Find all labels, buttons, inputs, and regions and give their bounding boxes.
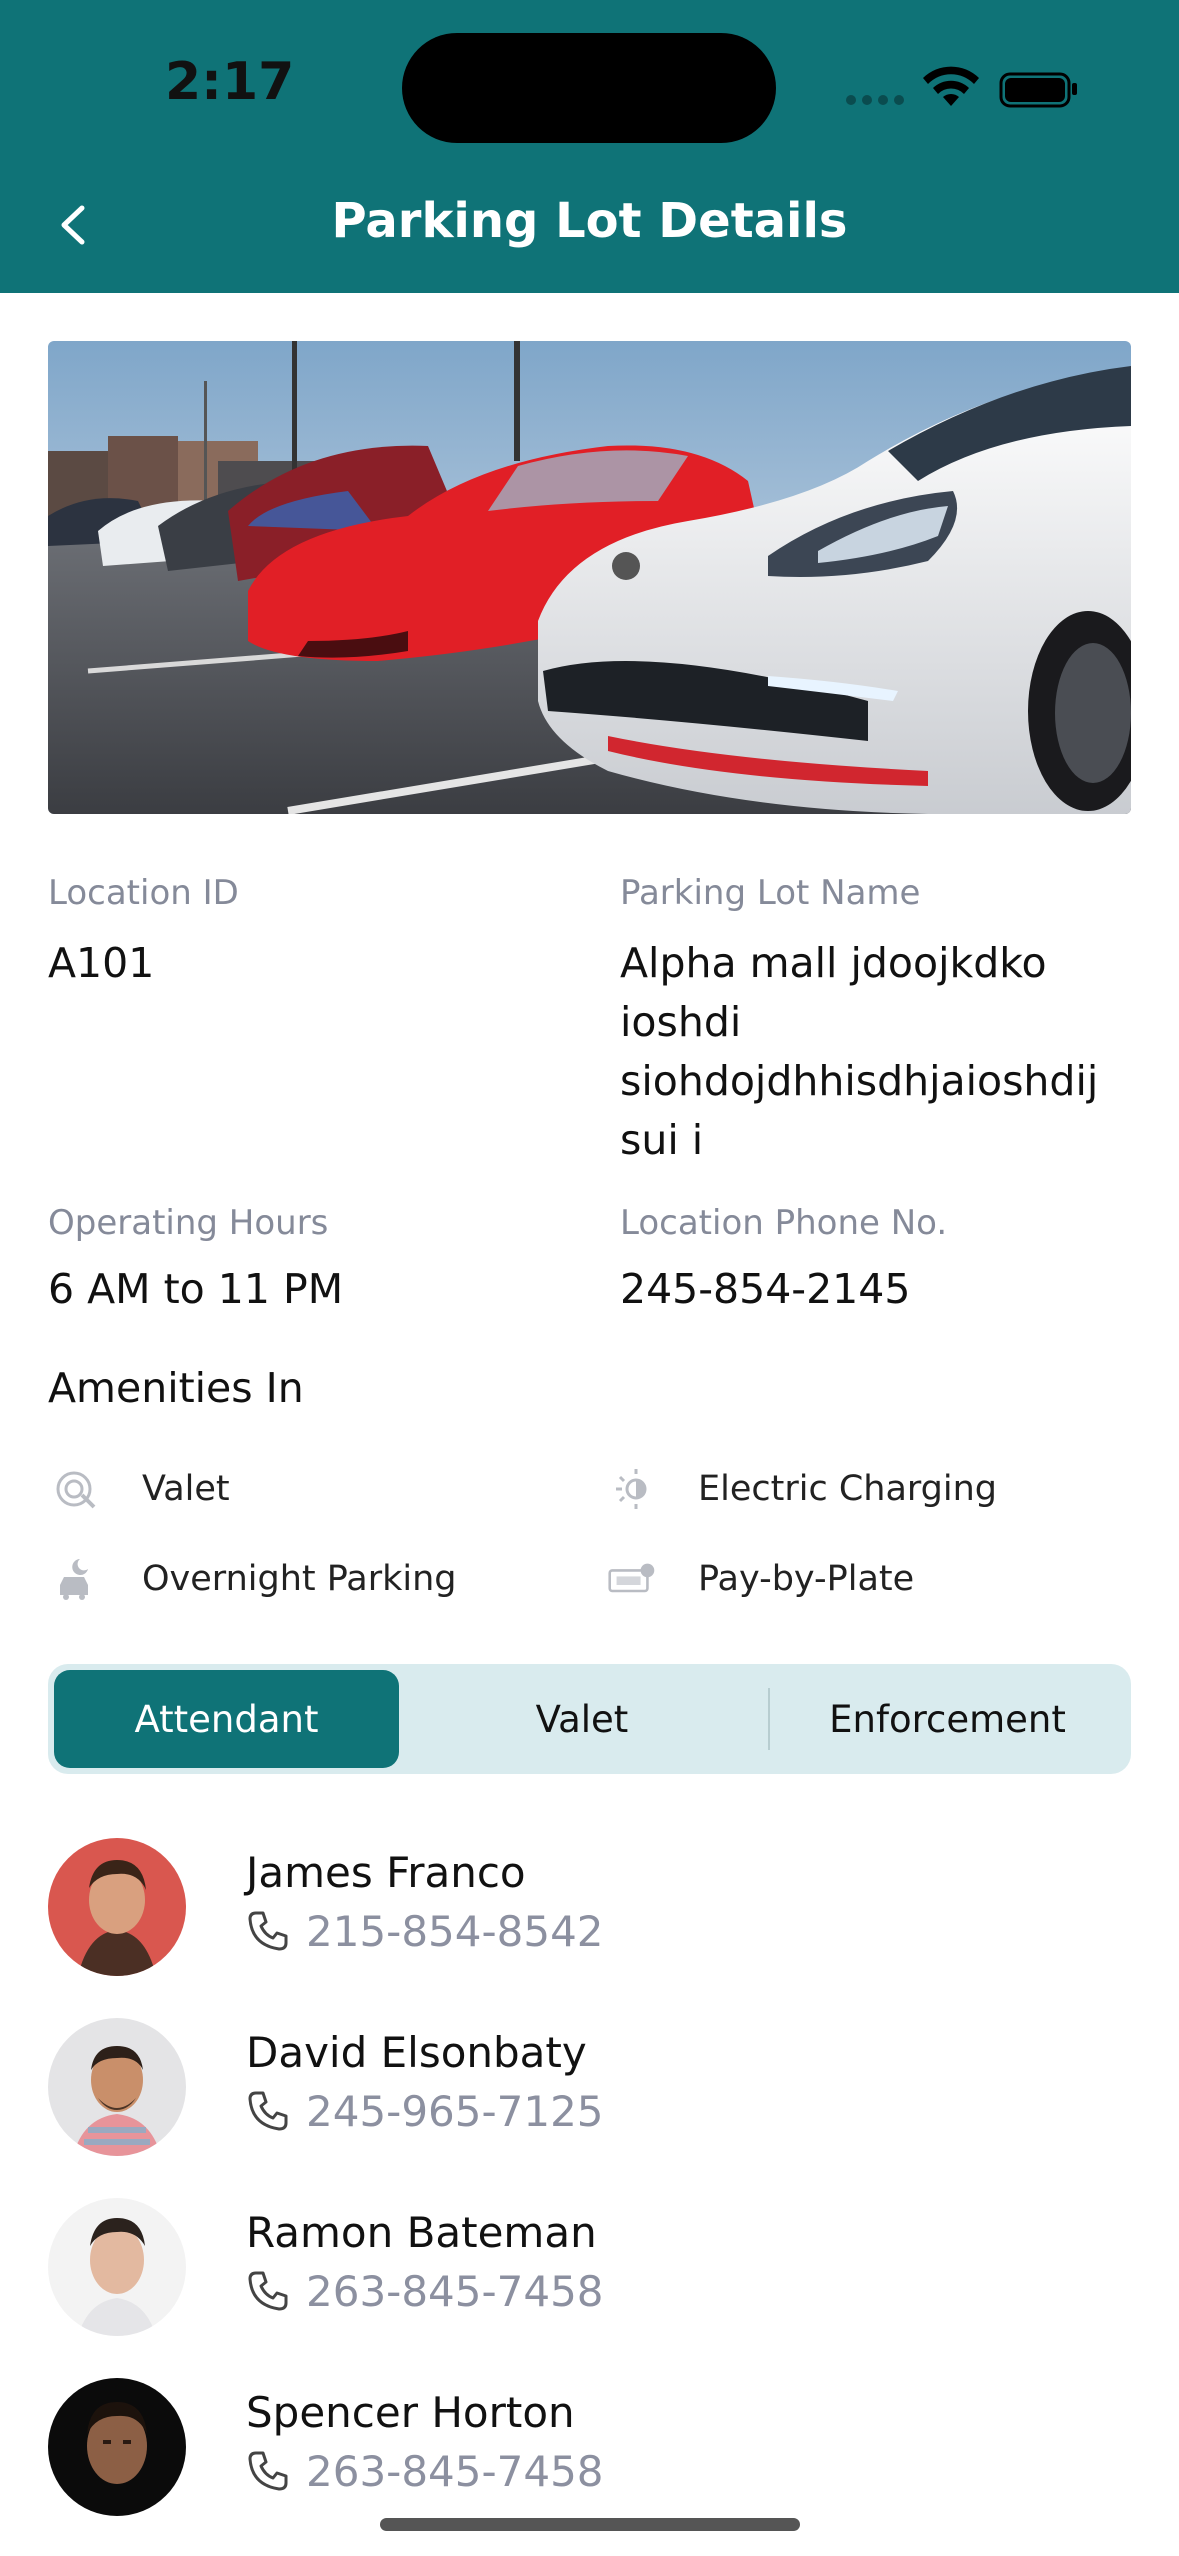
location-id-label: Location ID <box>48 873 239 913</box>
amenity-valet: Valet <box>52 1459 552 1519</box>
app-header: 2:17 Parking Lot Details <box>0 0 1179 293</box>
staff-list-item[interactable]: Spencer Horton 263-845-7458 <box>48 2378 1131 2518</box>
staff-list-item[interactable]: James Franco 215-854-8542 <box>48 1838 1131 1978</box>
staff-list-item[interactable]: David Elsonbaty 245-965-7125 <box>48 2018 1131 2158</box>
phone-icon <box>248 1911 288 1951</box>
staff-phone-number: 215-854-8542 <box>306 1906 604 1956</box>
cellular-signal-icon <box>846 95 904 105</box>
amenity-label: Electric Charging <box>698 1469 998 1509</box>
staff-phone-number: 263-845-7458 <box>306 2446 604 2496</box>
staff-name: Ramon Bateman <box>246 2208 597 2257</box>
avatar <box>48 1838 186 1976</box>
lot-name-label: Parking Lot Name <box>620 873 921 913</box>
operating-hours-label: Operating Hours <box>48 1203 329 1243</box>
tab-enforcement[interactable]: Enforcement <box>770 1670 1125 1768</box>
dynamic-island <box>402 33 776 143</box>
amenities-title: Amenities In <box>48 1364 304 1412</box>
staff-phone[interactable]: 245-965-7125 <box>246 2086 604 2136</box>
status-bar-time: 2:17 <box>165 52 295 112</box>
amenity-label: Pay-by-Plate <box>698 1559 915 1599</box>
home-indicator <box>380 2518 800 2531</box>
page-title: Parking Lot Details <box>331 193 848 249</box>
electric-charging-icon <box>616 1469 647 1509</box>
amenity-label: Overnight Parking <box>142 1559 457 1599</box>
pay-by-plate-icon <box>608 1563 655 1593</box>
battery-icon <box>999 72 1077 108</box>
operating-hours-value: 6 AM to 11 PM <box>48 1265 344 1313</box>
status-bar-icons <box>846 66 1077 108</box>
parking-lot-photo <box>48 341 1131 814</box>
overnight-parking-icon <box>60 1559 88 1600</box>
staff-list-item[interactable]: Ramon Bateman 263-845-7458 <box>48 2198 1131 2338</box>
amenity-electric-charging: Electric Charging <box>608 1459 1108 1519</box>
tab-valet[interactable]: Valet <box>399 1670 765 1768</box>
staff-phone-number: 245-965-7125 <box>306 2086 604 2136</box>
phone-icon <box>248 2451 288 2491</box>
staff-phone[interactable]: 263-845-7458 <box>246 2446 604 2496</box>
amenity-label: Valet <box>142 1469 230 1509</box>
staff-phone[interactable]: 263-845-7458 <box>246 2266 604 2316</box>
amenity-pay-by-plate: Pay-by-Plate <box>608 1549 1108 1609</box>
phone-icon <box>248 2091 288 2131</box>
phone-icon <box>248 2271 288 2311</box>
staff-name: James Franco <box>246 1848 526 1897</box>
location-id-value: A101 <box>48 939 155 987</box>
staff-name: Spencer Horton <box>246 2388 575 2437</box>
tab-attendant[interactable]: Attendant <box>54 1670 399 1768</box>
staff-name: David Elsonbaty <box>246 2028 587 2077</box>
location-phone-value: 245-854-2145 <box>620 1265 911 1313</box>
staff-phone[interactable]: 215-854-8542 <box>246 1906 604 1956</box>
valet-icon <box>56 1471 96 1509</box>
lot-name-value: Alpha mall jdoojkdko ioshdi siohdojdhhis… <box>620 939 1099 1164</box>
avatar <box>48 2378 186 2516</box>
staff-phone-number: 263-845-7458 <box>306 2266 604 2316</box>
amenity-overnight-parking: Overnight Parking <box>52 1549 552 1609</box>
avatar <box>48 2198 186 2336</box>
wifi-icon <box>923 66 979 106</box>
avatar <box>48 2018 186 2156</box>
location-phone-label: Location Phone No. <box>620 1203 948 1243</box>
staff-type-tabs: Attendant Valet Enforcement <box>48 1664 1131 1774</box>
